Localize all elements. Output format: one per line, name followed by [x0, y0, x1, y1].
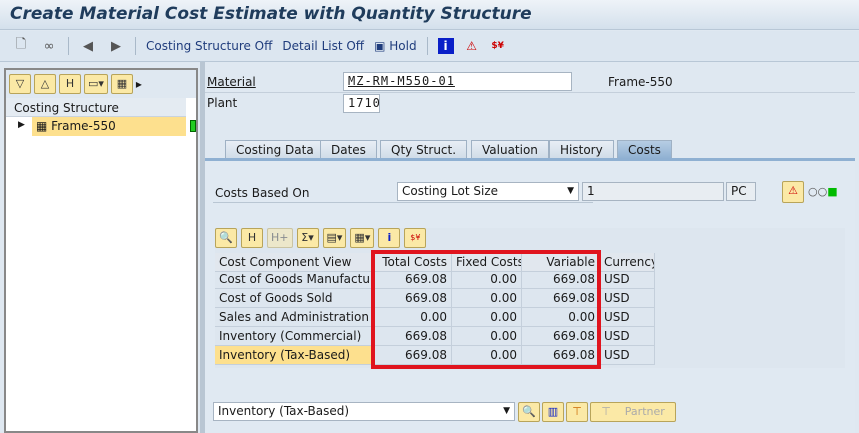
hold-label: Hold — [389, 39, 417, 53]
glasses-icon[interactable]: ∞ — [40, 39, 58, 54]
costs-based-on-label: Costs Based On — [215, 186, 310, 200]
page-title: Create Material Cost Estimate with Quant… — [10, 4, 532, 24]
plant-label: Plant — [207, 96, 238, 110]
table-cell[interactable]: USD — [600, 289, 655, 308]
separator — [135, 37, 136, 55]
tab-dates[interactable]: Dates — [320, 140, 377, 159]
traffic-light-icon: ○○■ — [808, 185, 838, 198]
next-icon[interactable]: ▶ — [107, 39, 125, 54]
costing-structure-panel: ▽ △ H ▭▾ ▦ ▸ Costing Structure ▶ ▦ Frame… — [4, 68, 198, 433]
separator — [68, 37, 69, 55]
expand-icon[interactable]: ▽ — [9, 74, 31, 94]
export-icon[interactable]: ▤▾ — [322, 228, 347, 248]
tab-qty-struct[interactable]: Qty Struct. — [380, 140, 468, 159]
table-cell[interactable]: Sales and Administration C… — [215, 308, 372, 327]
table-cell[interactable]: Cost of Goods Manufactur… — [215, 270, 372, 289]
partner-button[interactable]: ⊤ Partner — [590, 402, 676, 422]
cost-view-select[interactable]: Inventory (Tax-Based) ▼ — [213, 402, 515, 421]
separator — [426, 37, 428, 55]
title-bar: Create Material Cost Estimate with Quant… — [0, 0, 859, 30]
info-icon[interactable]: i — [437, 38, 454, 54]
find-icon[interactable]: H — [241, 228, 263, 248]
status-green-icon — [190, 120, 196, 132]
material-label: Material — [207, 75, 256, 89]
hierarchy-button[interactable]: ⊤ — [566, 402, 588, 422]
detail-list-off-button[interactable]: Detail List Off — [282, 39, 364, 53]
tree-expand-icon[interactable]: ▶ — [18, 120, 25, 130]
highlight-box — [371, 250, 601, 369]
material-field[interactable]: MZ-RM-M550-01 — [343, 72, 572, 91]
hold-button[interactable]: ▣ Hold — [374, 39, 417, 53]
toolbar: 🗋 ∞ ◀ ▶ Costing Structure Off Detail Lis… — [0, 31, 859, 62]
table-cell[interactable]: Inventory (Tax-Based) — [215, 346, 372, 365]
warning-icon[interactable]: ⚠ — [464, 38, 480, 54]
table-cell[interactable]: Inventory (Commercial) — [215, 327, 372, 346]
info-icon[interactable]: i — [378, 228, 401, 248]
costing-structure-off-button[interactable]: Costing Structure Off — [146, 39, 272, 53]
chevron-down-icon: ▼ — [503, 406, 510, 416]
columns-button[interactable]: ▥ — [542, 402, 564, 422]
table-cell[interactable]: USD — [600, 270, 655, 289]
new-document-icon[interactable]: 🗋 — [12, 35, 30, 57]
table-cell[interactable]: USD — [600, 327, 655, 346]
calculator-icon: ▦ — [36, 119, 48, 133]
table-cell[interactable]: USD — [600, 346, 655, 365]
details-button[interactable]: 🔍 — [518, 402, 540, 422]
table-toolbar: 🔍 H H+ Σ▾ ▤▾ ▦▾ i $¥ — [215, 228, 427, 248]
unit-field: PC — [726, 182, 756, 201]
cost-view-value: Inventory (Tax-Based) — [218, 404, 350, 418]
currency-icon[interactable]: $¥ — [404, 228, 427, 248]
tree-header: Costing Structure — [6, 98, 186, 117]
tab-costing-data[interactable]: Costing Data — [225, 140, 325, 159]
details-icon[interactable]: 🔍 — [215, 228, 237, 248]
more-icon[interactable]: ▸ — [136, 77, 142, 91]
find-icon[interactable]: H — [59, 74, 81, 94]
layout-icon[interactable]: ▦▾ — [350, 228, 375, 248]
chevron-down-icon: ▼ — [567, 186, 574, 196]
previous-icon[interactable]: ◀ — [79, 39, 97, 54]
print-icon[interactable]: ▭▾ — [84, 74, 108, 94]
divider — [213, 202, 593, 203]
hierarchy-icon: ⊤ — [601, 405, 611, 418]
plant-field[interactable]: 1710 — [343, 94, 380, 113]
tab-valuation[interactable]: Valuation — [471, 140, 549, 159]
costs-based-on-select[interactable]: Costing Lot Size ▼ — [397, 182, 579, 201]
tab-costs[interactable]: Costs — [617, 140, 672, 159]
find-next-icon[interactable]: H+ — [267, 228, 293, 248]
table-cell[interactable]: Cost of Goods Sold — [215, 289, 372, 308]
tab-history[interactable]: History — [549, 140, 614, 159]
tree-item-label: Frame-550 — [51, 119, 116, 133]
lot-size-field: 1 — [582, 182, 724, 201]
material-description: Frame-550 — [608, 75, 673, 89]
partner-label: Partner — [624, 405, 665, 418]
currency-icon[interactable]: $¥ — [490, 38, 506, 54]
layout-icon[interactable]: ▦ — [110, 74, 133, 94]
table-cell[interactable]: USD — [600, 308, 655, 327]
divider — [205, 92, 855, 93]
hold-icon: ▣ — [374, 39, 386, 53]
sum-icon[interactable]: Σ▾ — [296, 228, 319, 248]
tree-item[interactable]: ▦ Frame-550 — [32, 117, 186, 136]
costs-based-on-value: Costing Lot Size — [402, 184, 499, 198]
warning-button[interactable]: ⚠ — [782, 181, 804, 203]
collapse-icon[interactable]: △ — [34, 74, 56, 94]
tree-toolbar: ▽ △ H ▭▾ ▦ ▸ — [6, 70, 196, 98]
